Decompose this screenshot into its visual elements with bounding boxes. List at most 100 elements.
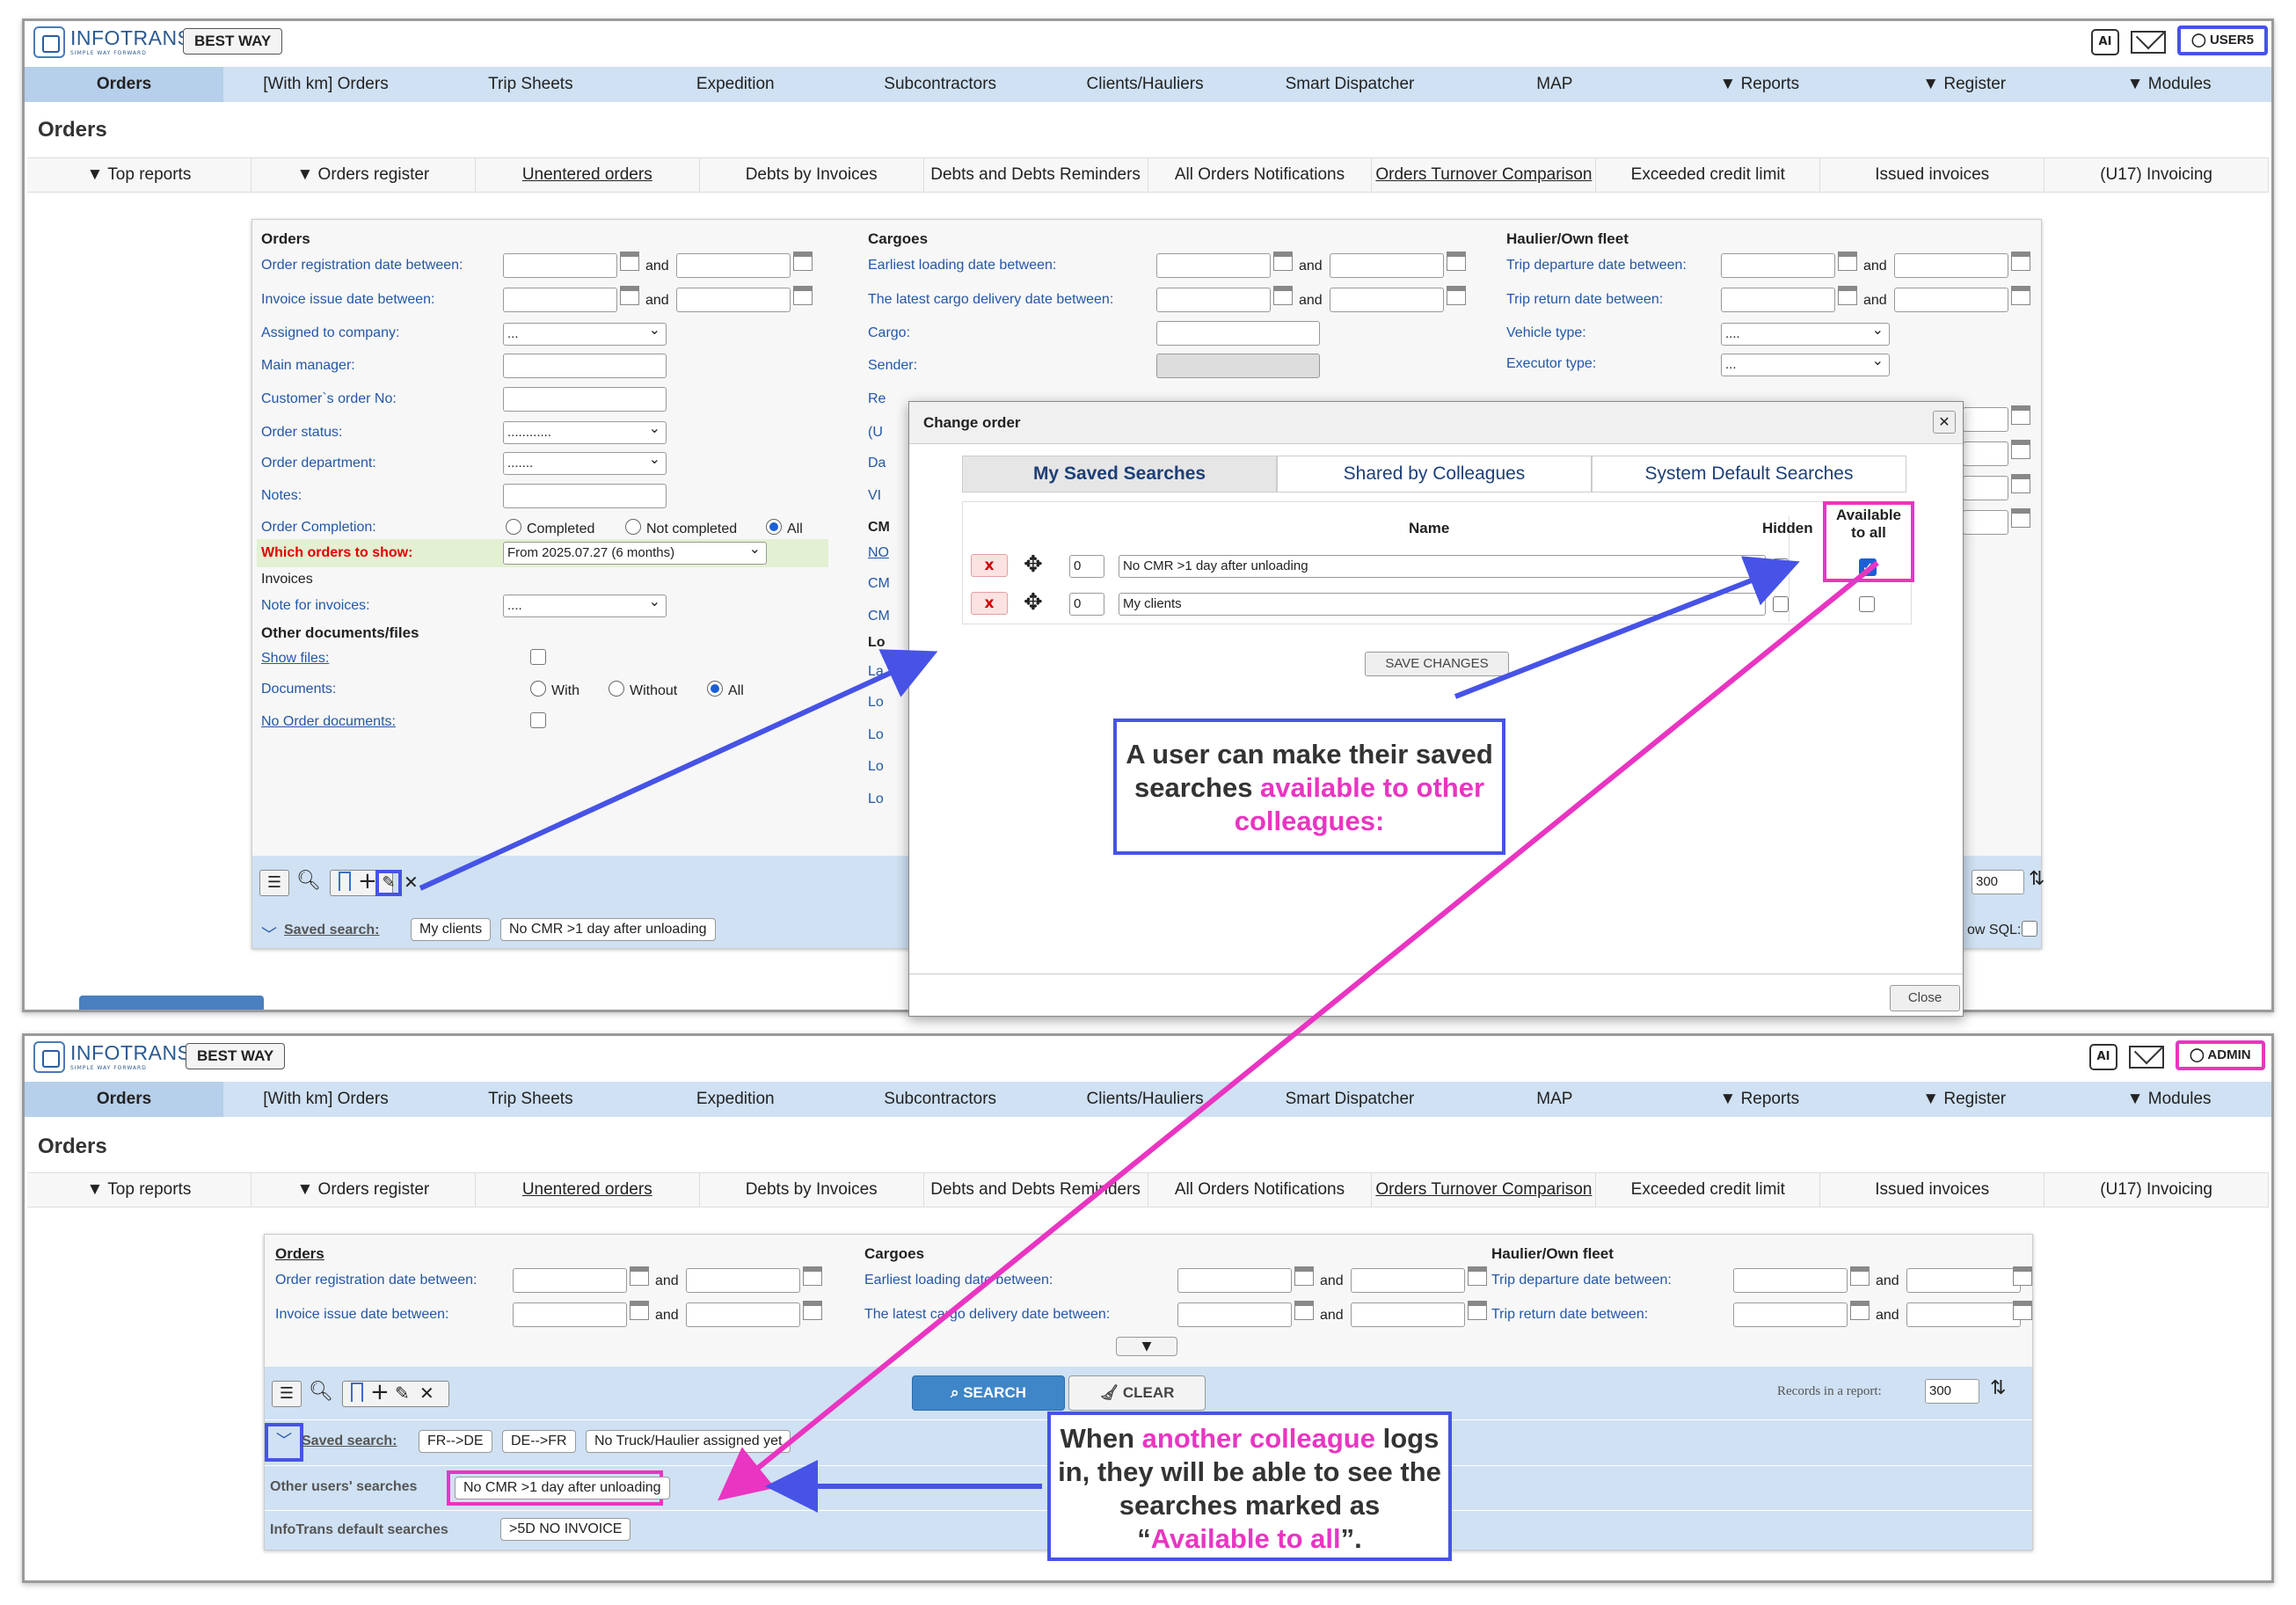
company-button[interactable]: BEST WAY bbox=[183, 28, 283, 55]
subnav-exceeded-credit[interactable]: Exceeded credit limit bbox=[1596, 1173, 1821, 1207]
nav-register[interactable]: ▼ Register bbox=[1862, 1082, 2066, 1117]
subnav-issued-invoices[interactable]: Issued invoices bbox=[1820, 158, 2045, 192]
saved-chip-fr-de[interactable]: FR-->DE bbox=[419, 1430, 492, 1453]
without-radio[interactable] bbox=[609, 681, 624, 697]
nav-register[interactable]: ▼ Register bbox=[1862, 67, 2066, 102]
latest-delivery-from-input[interactable] bbox=[1156, 288, 1271, 312]
note-invoices-select[interactable]: .... bbox=[503, 592, 667, 617]
chevron-down-icon[interactable]: ﹀ bbox=[261, 923, 277, 945]
calendar-icon[interactable] bbox=[803, 1266, 822, 1286]
partial-input[interactable] bbox=[1963, 510, 2008, 535]
calendar-icon[interactable] bbox=[1850, 1301, 1870, 1320]
row-order-input[interactable]: 0 bbox=[1069, 555, 1104, 578]
all-docs-radio[interactable] bbox=[707, 681, 723, 697]
partial-input[interactable] bbox=[1963, 441, 2008, 466]
calendar-icon[interactable] bbox=[1838, 286, 1857, 305]
calendar-icon[interactable] bbox=[1447, 286, 1466, 305]
trip-departure-from-input[interactable] bbox=[1733, 1268, 1848, 1293]
assigned-company-select[interactable]: ... bbox=[503, 320, 667, 346]
calendar-icon[interactable] bbox=[1850, 1266, 1870, 1286]
row-available-checkbox[interactable] bbox=[1859, 596, 1875, 612]
delete-row-icon[interactable]: x bbox=[971, 554, 1008, 577]
saved-chip-de-fr[interactable]: DE-->FR bbox=[502, 1430, 576, 1453]
nav-modules[interactable]: ▼ Modules bbox=[2066, 67, 2271, 102]
saved-chip-my-clients[interactable]: My clients bbox=[411, 918, 492, 941]
executor-type-select[interactable]: ... bbox=[1721, 351, 1890, 376]
trip-return-from-input[interactable] bbox=[1733, 1302, 1848, 1327]
add-icon[interactable]: + bbox=[370, 1379, 390, 1405]
nav-subcontractors[interactable]: Subcontractors bbox=[838, 67, 1043, 102]
nav-with-km-orders[interactable]: [With km] Orders bbox=[223, 67, 428, 102]
nav-modules[interactable]: ▼ Modules bbox=[2066, 1082, 2271, 1117]
sender-input[interactable] bbox=[1156, 354, 1320, 378]
nav-reports[interactable]: ▼ Reports bbox=[1657, 67, 1862, 102]
mail-icon[interactable] bbox=[2131, 31, 2166, 54]
trip-return-from-input[interactable] bbox=[1721, 288, 1835, 312]
close-button[interactable]: Close bbox=[1890, 985, 1960, 1011]
nav-trip-sheets[interactable]: Trip Sheets bbox=[428, 67, 633, 102]
infotrans-logo[interactable]: INFOTRANS SIMPLE WAY FORWARD bbox=[33, 25, 191, 60]
calendar-icon[interactable] bbox=[793, 252, 813, 271]
tab-system-default-searches[interactable]: System Default Searches bbox=[1592, 456, 1906, 492]
clear-button[interactable]: 🧹︎ CLEAR bbox=[1068, 1375, 1206, 1411]
menu-icon[interactable]: ☰ bbox=[272, 1381, 302, 1407]
search-button[interactable]: ⌕ SEARCH bbox=[912, 1375, 1065, 1411]
subnav-all-orders-notifications[interactable]: All Orders Notifications bbox=[1148, 158, 1373, 192]
calendar-icon[interactable] bbox=[1294, 1301, 1314, 1320]
infotrans-logo[interactable]: INFOTRANS SIMPLE WAY FORWARD bbox=[33, 1040, 191, 1075]
menu-icon[interactable]: ☰ bbox=[259, 870, 289, 896]
bookmark-icon[interactable] bbox=[351, 1382, 363, 1402]
calendar-icon[interactable] bbox=[1294, 1266, 1314, 1286]
latest-delivery-to-input[interactable] bbox=[1351, 1302, 1465, 1327]
trip-return-to-input[interactable] bbox=[1906, 1302, 2021, 1327]
calendar-icon[interactable] bbox=[2011, 440, 2030, 459]
calendar-icon[interactable] bbox=[2011, 286, 2030, 305]
show-sql-checkbox[interactable] bbox=[2022, 921, 2037, 937]
order-status-select[interactable]: ............ bbox=[503, 419, 667, 444]
calendar-icon[interactable] bbox=[1273, 252, 1293, 271]
subnav-all-orders-notifications[interactable]: All Orders Notifications bbox=[1148, 1173, 1373, 1207]
calendar-icon[interactable] bbox=[793, 286, 813, 305]
trip-departure-to-input[interactable] bbox=[1894, 253, 2008, 278]
nav-subcontractors[interactable]: Subcontractors bbox=[838, 1082, 1043, 1117]
subnav-debts-reminders[interactable]: Debts and Debts Reminders bbox=[924, 1173, 1148, 1207]
calendar-icon[interactable] bbox=[1468, 1266, 1487, 1286]
calendar-icon[interactable] bbox=[620, 286, 639, 305]
save-changes-button[interactable]: SAVE CHANGES bbox=[1365, 652, 1509, 676]
no-order-docs-checkbox[interactable] bbox=[530, 712, 546, 728]
order-department-select[interactable]: ....... bbox=[503, 449, 667, 475]
trip-departure-to-input[interactable] bbox=[1906, 1268, 2021, 1293]
invoice-issue-to-input[interactable] bbox=[686, 1302, 800, 1327]
clear-search-icon[interactable]: ✕ bbox=[404, 872, 419, 893]
calendar-icon[interactable] bbox=[1468, 1301, 1487, 1320]
drag-handle-icon[interactable]: ✥ bbox=[1024, 551, 1043, 578]
customer-order-input[interactable] bbox=[503, 387, 667, 412]
add-icon[interactable]: + bbox=[358, 868, 377, 894]
drag-handle-icon[interactable]: ✥ bbox=[1024, 589, 1043, 616]
subnav-debts-by-invoices[interactable]: Debts by Invoices bbox=[700, 1173, 924, 1207]
calendar-icon[interactable] bbox=[2011, 474, 2030, 493]
partial-input[interactable] bbox=[1963, 476, 2008, 500]
records-input[interactable]: 300 bbox=[1925, 1379, 1979, 1404]
invoice-issue-to-input[interactable] bbox=[676, 288, 791, 312]
row-name-input[interactable]: My clients bbox=[1119, 593, 1766, 616]
records-input[interactable]: 300 bbox=[1972, 870, 2024, 894]
nav-trip-sheets[interactable]: Trip Sheets bbox=[428, 1082, 633, 1117]
nav-with-km-orders[interactable]: [With km] Orders bbox=[223, 1082, 428, 1117]
invoice-issue-from-input[interactable] bbox=[503, 288, 617, 312]
main-manager-input[interactable] bbox=[503, 354, 667, 378]
sort-icon[interactable]: ⇅ bbox=[2029, 868, 2045, 890]
mail-icon[interactable] bbox=[2129, 1046, 2164, 1069]
tab-my-saved-searches[interactable]: My Saved Searches bbox=[962, 456, 1277, 492]
subnav-top-reports[interactable]: ▼ Top reports bbox=[27, 158, 251, 192]
order-reg-from-input[interactable] bbox=[503, 253, 617, 278]
subnav-orders-register[interactable]: ▼ Orders register bbox=[251, 1173, 476, 1207]
order-reg-from-input[interactable] bbox=[513, 1268, 627, 1293]
latest-delivery-from-input[interactable] bbox=[1177, 1302, 1292, 1327]
subnav-unentered-orders[interactable]: Unentered orders bbox=[476, 158, 700, 192]
calendar-icon[interactable] bbox=[2011, 508, 2030, 528]
subnav-debts-reminders[interactable]: Debts and Debts Reminders bbox=[924, 158, 1148, 192]
close-icon[interactable]: ✕ bbox=[1933, 411, 1956, 434]
bookmark-icon[interactable] bbox=[339, 872, 351, 891]
calendar-icon[interactable] bbox=[620, 252, 639, 271]
